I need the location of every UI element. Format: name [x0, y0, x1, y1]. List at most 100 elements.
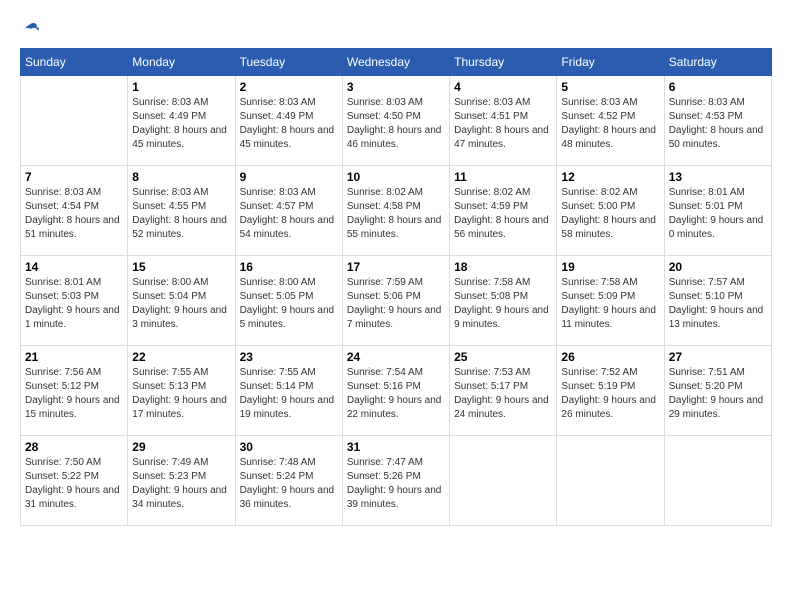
calendar-cell: 28Sunrise: 7:50 AMSunset: 5:22 PMDayligh… [21, 436, 128, 526]
day-number: 11 [454, 170, 552, 184]
calendar-header-sunday: Sunday [21, 49, 128, 76]
calendar-cell: 24Sunrise: 7:54 AMSunset: 5:16 PMDayligh… [342, 346, 449, 436]
day-number: 17 [347, 260, 445, 274]
day-number: 1 [132, 80, 230, 94]
calendar-cell: 16 Sunrise: 8:00 AMSunset: 5:05 PMDayligh… [235, 256, 342, 346]
calendar-cell: 21 Sunrise: 7:56 AMSunset: 5:12 PMDayligh… [21, 346, 128, 436]
page-header [20, 20, 772, 38]
day-number: 25 [454, 350, 552, 364]
day-info: Sunrise: 8:01 AMSunset: 5:03 PMDaylight:… [25, 276, 123, 332]
day-number: 26 [561, 350, 659, 364]
calendar-cell: 19 Sunrise: 7:58 AMSunset: 5:09 PMDayligh… [557, 256, 664, 346]
calendar-cell: 14Sunrise: 8:01 AMSunset: 5:03 PMDayligh… [21, 256, 128, 346]
day-number: 19 [561, 260, 659, 274]
calendar-week-5: 28Sunrise: 7:50 AMSunset: 5:22 PMDayligh… [21, 436, 772, 526]
calendar-header-thursday: Thursday [450, 49, 557, 76]
day-info: Sunrise: 8:03 AMSunset: 4:50 PMDaylight:… [347, 96, 445, 152]
day-info: Sunrise: 7:51 AMSunset: 5:20 PMDaylight:… [669, 366, 767, 422]
calendar-table: SundayMondayTuesdayWednesdayThursdayFrid… [20, 48, 772, 526]
day-number: 10 [347, 170, 445, 184]
calendar-cell: 20Sunrise: 7:57 AMSunset: 5:10 PMDayligh… [664, 256, 771, 346]
day-info: Sunrise: 8:03 AMSunset: 4:49 PMDaylight:… [132, 96, 230, 152]
day-info: Sunrise: 8:03 AMSunset: 4:49 PMDaylight:… [240, 96, 338, 152]
calendar-body: 1 Sunrise: 8:03 AMSunset: 4:49 PMDaylight… [21, 76, 772, 526]
calendar-cell [450, 436, 557, 526]
day-info: Sunrise: 7:53 AMSunset: 5:17 PMDaylight:… [454, 366, 552, 422]
day-info: Sunrise: 8:01 AMSunset: 5:01 PMDaylight:… [669, 186, 767, 242]
day-number: 5 [561, 80, 659, 94]
calendar-cell: 2 Sunrise: 8:03 AMSunset: 4:49 PMDaylight… [235, 76, 342, 166]
day-info: Sunrise: 8:03 AMSunset: 4:55 PMDaylight:… [132, 186, 230, 242]
day-info: Sunrise: 8:03 AMSunset: 4:52 PMDaylight:… [561, 96, 659, 152]
day-info: Sunrise: 8:03 AMSunset: 4:54 PMDaylight:… [25, 186, 123, 242]
day-info: Sunrise: 7:55 AMSunset: 5:14 PMDaylight:… [240, 366, 338, 422]
calendar-cell [557, 436, 664, 526]
calendar-cell: 15Sunrise: 8:00 AMSunset: 5:04 PMDayligh… [128, 256, 235, 346]
day-number: 15 [132, 260, 230, 274]
calendar-week-3: 14Sunrise: 8:01 AMSunset: 5:03 PMDayligh… [21, 256, 772, 346]
day-info: Sunrise: 8:03 AMSunset: 4:53 PMDaylight:… [669, 96, 767, 152]
calendar-cell: 8 Sunrise: 8:03 AMSunset: 4:55 PMDaylight… [128, 166, 235, 256]
calendar-week-2: 7 Sunrise: 8:03 AMSunset: 4:54 PMDaylight… [21, 166, 772, 256]
day-number: 18 [454, 260, 552, 274]
calendar-header-saturday: Saturday [664, 49, 771, 76]
calendar-cell: 4Sunrise: 8:03 AMSunset: 4:51 PMDaylight… [450, 76, 557, 166]
calendar-cell [664, 436, 771, 526]
calendar-cell: 6 Sunrise: 8:03 AMSunset: 4:53 PMDaylight… [664, 76, 771, 166]
day-number: 2 [240, 80, 338, 94]
day-number: 3 [347, 80, 445, 94]
calendar-cell: 22 Sunrise: 7:55 AMSunset: 5:13 PMDayligh… [128, 346, 235, 436]
logo [20, 20, 40, 38]
calendar-cell: 17 Sunrise: 7:59 AMSunset: 5:06 PMDayligh… [342, 256, 449, 346]
day-number: 13 [669, 170, 767, 184]
day-number: 6 [669, 80, 767, 94]
day-info: Sunrise: 8:03 AMSunset: 4:57 PMDaylight:… [240, 186, 338, 242]
day-info: Sunrise: 7:48 AMSunset: 5:24 PMDaylight:… [240, 456, 338, 512]
calendar-cell: 31Sunrise: 7:47 AMSunset: 5:26 PMDayligh… [342, 436, 449, 526]
day-info: Sunrise: 7:58 AMSunset: 5:09 PMDaylight:… [561, 276, 659, 332]
day-info: Sunrise: 7:59 AMSunset: 5:06 PMDaylight:… [347, 276, 445, 332]
calendar-cell: 10Sunrise: 8:02 AMSunset: 4:58 PMDayligh… [342, 166, 449, 256]
calendar-header-row: SundayMondayTuesdayWednesdayThursdayFrid… [21, 49, 772, 76]
calendar-cell: 25 Sunrise: 7:53 AMSunset: 5:17 PMDayligh… [450, 346, 557, 436]
calendar-cell: 7 Sunrise: 8:03 AMSunset: 4:54 PMDaylight… [21, 166, 128, 256]
day-number: 23 [240, 350, 338, 364]
day-info: Sunrise: 7:56 AMSunset: 5:12 PMDaylight:… [25, 366, 123, 422]
day-info: Sunrise: 8:02 AMSunset: 5:00 PMDaylight:… [561, 186, 659, 242]
day-info: Sunrise: 8:00 AMSunset: 5:05 PMDaylight:… [240, 276, 338, 332]
calendar-week-1: 1 Sunrise: 8:03 AMSunset: 4:49 PMDaylight… [21, 76, 772, 166]
day-number: 21 [25, 350, 123, 364]
calendar-cell: 1 Sunrise: 8:03 AMSunset: 4:49 PMDaylight… [128, 76, 235, 166]
calendar-header-wednesday: Wednesday [342, 49, 449, 76]
calendar-header-monday: Monday [128, 49, 235, 76]
calendar-cell [21, 76, 128, 166]
calendar-cell: 26 Sunrise: 7:52 AMSunset: 5:19 PMDayligh… [557, 346, 664, 436]
day-number: 9 [240, 170, 338, 184]
day-info: Sunrise: 7:52 AMSunset: 5:19 PMDaylight:… [561, 366, 659, 422]
calendar-cell: 27 Sunrise: 7:51 AMSunset: 5:20 PMDayligh… [664, 346, 771, 436]
calendar-cell: 3 Sunrise: 8:03 AMSunset: 4:50 PMDaylight… [342, 76, 449, 166]
calendar-cell: 9 Sunrise: 8:03 AMSunset: 4:57 PMDaylight… [235, 166, 342, 256]
day-number: 31 [347, 440, 445, 454]
calendar-header-tuesday: Tuesday [235, 49, 342, 76]
calendar-cell: 11Sunrise: 8:02 AMSunset: 4:59 PMDayligh… [450, 166, 557, 256]
day-number: 30 [240, 440, 338, 454]
day-number: 24 [347, 350, 445, 364]
day-info: Sunrise: 7:55 AMSunset: 5:13 PMDaylight:… [132, 366, 230, 422]
day-number: 12 [561, 170, 659, 184]
day-number: 8 [132, 170, 230, 184]
day-info: Sunrise: 7:58 AMSunset: 5:08 PMDaylight:… [454, 276, 552, 332]
day-number: 16 [240, 260, 338, 274]
day-number: 22 [132, 350, 230, 364]
calendar-cell: 23 Sunrise: 7:55 AMSunset: 5:14 PMDayligh… [235, 346, 342, 436]
day-number: 20 [669, 260, 767, 274]
day-number: 7 [25, 170, 123, 184]
calendar-week-4: 21 Sunrise: 7:56 AMSunset: 5:12 PMDayligh… [21, 346, 772, 436]
calendar-cell: 12 Sunrise: 8:02 AMSunset: 5:00 PMDayligh… [557, 166, 664, 256]
day-number: 27 [669, 350, 767, 364]
day-number: 4 [454, 80, 552, 94]
day-info: Sunrise: 7:49 AMSunset: 5:23 PMDaylight:… [132, 456, 230, 512]
calendar-cell: 18 Sunrise: 7:58 AMSunset: 5:08 PMDayligh… [450, 256, 557, 346]
logo-bird-icon [22, 20, 40, 38]
day-number: 29 [132, 440, 230, 454]
